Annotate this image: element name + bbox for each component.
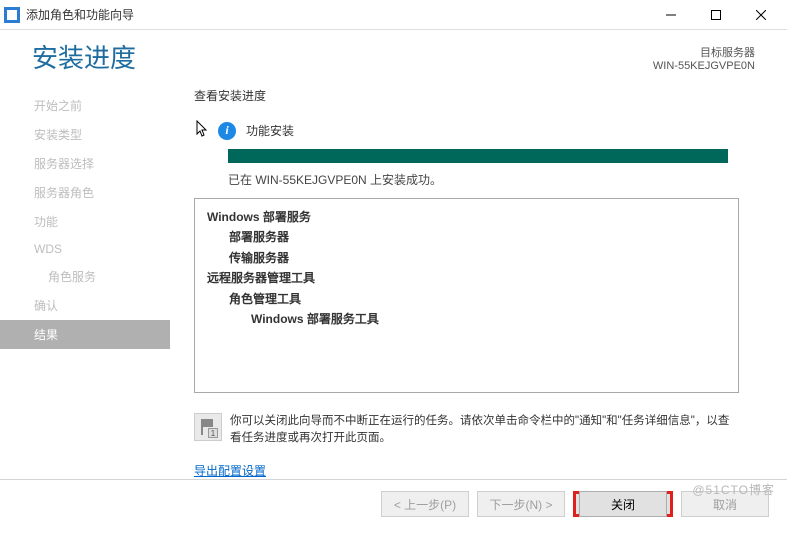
header-block: 安装进度 目标服务器 WIN-55KEJGVPE0N — [0, 30, 787, 87]
status-title: 功能安装 — [246, 122, 294, 139]
wizard-steps-sidebar: 开始之前 安装类型 服务器选择 服务器角色 功能 WDS 角色服务 确认 结果 — [0, 87, 190, 479]
flag-icon: 1 — [194, 413, 222, 441]
installed-details-box: Windows 部署服务 部署服务器 传输服务器 远程服务器管理工具 角色管理工… — [194, 198, 739, 393]
step-features: 功能 — [34, 207, 190, 236]
note-text: 你可以关闭此向导而不中断正在运行的任务。请依次单击命令栏中的"通知"和"任务详细… — [230, 413, 739, 448]
tree-item: 传输服务器 — [207, 248, 726, 268]
progress-area: 已在 WIN-55KEJGVPE0N 上安装成功。 — [228, 149, 765, 198]
step-before-start: 开始之前 — [34, 91, 190, 120]
target-server-label: 目标服务器 — [136, 44, 755, 60]
right-pane: 查看安装进度 i 功能安装 已在 WIN-55KEJGVPE0N 上安装成功。 … — [190, 87, 787, 479]
footer-buttons: < 上一步(P) 下一步(N) > 关闭 取消 — [0, 479, 787, 529]
next-button: 下一步(N) > — [477, 491, 565, 517]
step-wds: WDS — [34, 236, 190, 262]
view-progress-label: 查看安装进度 — [194, 87, 765, 104]
titlebar: 添加角色和功能向导 — [0, 0, 787, 30]
step-install-type: 安装类型 — [34, 120, 190, 149]
page-title: 安装进度 — [32, 38, 136, 75]
tree-item: 部署服务器 — [207, 227, 726, 247]
close-button-highlight: 关闭 — [573, 491, 673, 517]
cursor-icon — [194, 120, 212, 141]
close-window-button[interactable] — [738, 0, 783, 30]
info-icon: i — [218, 122, 236, 140]
close-button[interactable]: 关闭 — [579, 491, 667, 517]
step-server-roles: 服务器角色 — [34, 178, 190, 207]
progress-status-text: 已在 WIN-55KEJGVPE0N 上安装成功。 — [228, 171, 765, 188]
status-row: i 功能安装 — [194, 120, 765, 141]
step-confirm: 确认 — [34, 291, 190, 320]
app-icon — [4, 7, 20, 23]
watermark: @51CTO博客 — [692, 481, 775, 498]
tree-item: 角色管理工具 — [207, 289, 726, 309]
previous-button: < 上一步(P) — [381, 491, 469, 517]
content-area: 安装进度 目标服务器 WIN-55KEJGVPE0N 开始之前 安装类型 服务器… — [0, 30, 787, 479]
note-row: 1 你可以关闭此向导而不中断正在运行的任务。请依次单击命令栏中的"通知"和"任务… — [194, 413, 739, 448]
step-server-select: 服务器选择 — [34, 149, 190, 178]
target-server-name: WIN-55KEJGVPE0N — [136, 60, 755, 72]
main-area: 开始之前 安装类型 服务器选择 服务器角色 功能 WDS 角色服务 确认 结果 … — [0, 87, 787, 479]
minimize-button[interactable] — [648, 0, 693, 30]
target-server-block: 目标服务器 WIN-55KEJGVPE0N — [136, 38, 755, 72]
export-config-link[interactable]: 导出配置设置 — [194, 462, 765, 479]
tree-item: Windows 部署服务 — [207, 207, 726, 227]
step-role-services: 角色服务 — [34, 262, 190, 291]
tree-item: Windows 部署服务工具 — [207, 309, 726, 329]
step-results: 结果 — [0, 320, 170, 349]
window-title: 添加角色和功能向导 — [26, 6, 134, 23]
progress-bar — [228, 149, 728, 163]
maximize-button[interactable] — [693, 0, 738, 30]
tree-item: 远程服务器管理工具 — [207, 268, 726, 288]
